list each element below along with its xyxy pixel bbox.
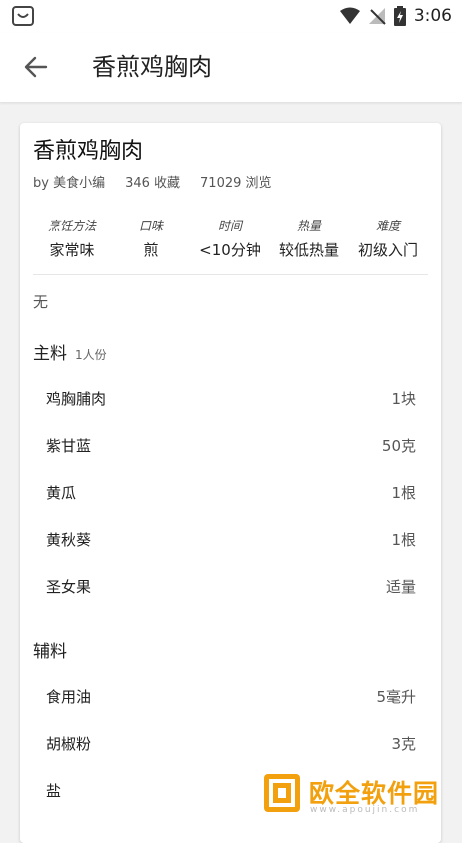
- author[interactable]: by 美食小编: [33, 172, 105, 191]
- watermark: 欧全软件园 www.apoujin.com: [262, 772, 458, 820]
- attribute-time: 时间 <10分钟: [190, 217, 270, 260]
- ingredient-name: 盐: [46, 781, 62, 800]
- ingredient-amount: 5毫升: [376, 687, 416, 706]
- recipe-description: 无: [33, 293, 49, 311]
- ingredient-row: 紫甘蓝 50克: [46, 432, 416, 458]
- recipe-attributes: 烹饪方法 家常味 口味 煎 时间 <10分钟 热量 较低热量 难度 初级入门: [20, 217, 441, 265]
- ingredient-row: 食用油 5毫升: [46, 683, 416, 709]
- ingredient-amount: 1根: [391, 530, 416, 549]
- favorites-count: 346 收藏: [125, 176, 181, 191]
- attribute-method: 烹饪方法 家常味: [32, 217, 112, 260]
- attribute-value: 家常味: [49, 241, 95, 259]
- ingredient-name: 胡椒粉: [46, 734, 92, 753]
- section-title: 主料: [33, 344, 67, 364]
- ingredient-name: 黄瓜: [46, 483, 77, 502]
- app-toolbar: 香煎鸡胸肉: [0, 33, 462, 103]
- status-bar: 3:06: [0, 0, 462, 33]
- ingredient-name: 食用油: [46, 687, 92, 706]
- ingredient-amount: 50克: [381, 436, 416, 455]
- secondary-ingredients-heading: 辅料: [33, 637, 67, 662]
- ingredient-row: 黄秋葵 1根: [46, 526, 416, 552]
- attribute-difficulty: 难度 初级入门: [348, 217, 428, 260]
- main-ingredients-heading: 主料 1人份: [33, 339, 107, 364]
- attribute-label: 时间: [217, 219, 242, 233]
- ingredient-name: 圣女果: [46, 577, 92, 596]
- attribute-value: 煎: [143, 241, 159, 259]
- battery-charging-icon: [393, 6, 406, 26]
- divider: [33, 274, 428, 275]
- attribute-label: 烹饪方法: [47, 219, 96, 233]
- ingredient-amount: 1根: [391, 483, 416, 502]
- ingredient-row: 鸡胸脯肉 1块: [46, 385, 416, 411]
- attribute-label: 口味: [138, 219, 163, 233]
- attribute-taste: 口味 煎: [111, 217, 191, 260]
- section-title: 辅料: [33, 642, 67, 662]
- ingredient-row: 圣女果 适量: [46, 573, 416, 599]
- ingredient-name: 黄秋葵: [46, 530, 92, 549]
- watermark-logo-icon: [264, 774, 300, 812]
- page-title: 香煎鸡胸肉: [92, 53, 212, 81]
- ingredient-amount: 1块: [391, 389, 416, 408]
- attribute-label: 热量: [296, 219, 321, 233]
- ingredient-row: 胡椒粉 3克: [46, 730, 416, 756]
- attribute-label: 难度: [375, 219, 400, 233]
- attribute-calories: 热量 较低热量: [269, 217, 349, 260]
- ingredient-amount: 3克: [391, 734, 416, 753]
- shopping-bag-icon: [12, 6, 34, 26]
- wifi-icon: [339, 7, 360, 24]
- servings: 1人份: [75, 348, 107, 362]
- ingredient-name: 紫甘蓝: [46, 436, 92, 455]
- recipe-title: 香煎鸡胸肉: [33, 139, 144, 164]
- views-count: 71029 浏览: [200, 176, 272, 191]
- recipe-meta: by 美食小编 346 收藏 71029 浏览: [33, 172, 272, 191]
- ingredient-name: 鸡胸脯肉: [46, 389, 107, 408]
- attribute-value: 较低热量: [278, 241, 339, 259]
- recipe-card: 香煎鸡胸肉 by 美食小编 346 收藏 71029 浏览 烹饪方法 家常味 口…: [20, 123, 441, 843]
- ingredient-amount: 适量: [385, 577, 416, 596]
- attribute-value: <10分钟: [199, 241, 261, 259]
- ingredient-row: 黄瓜 1根: [46, 479, 416, 505]
- no-signal-icon: [368, 8, 386, 25]
- watermark-url: www.apoujin.com: [310, 805, 420, 815]
- clock: 3:06: [413, 6, 452, 26]
- back-arrow-icon[interactable]: [22, 53, 50, 81]
- attribute-value: 初级入门: [357, 241, 418, 259]
